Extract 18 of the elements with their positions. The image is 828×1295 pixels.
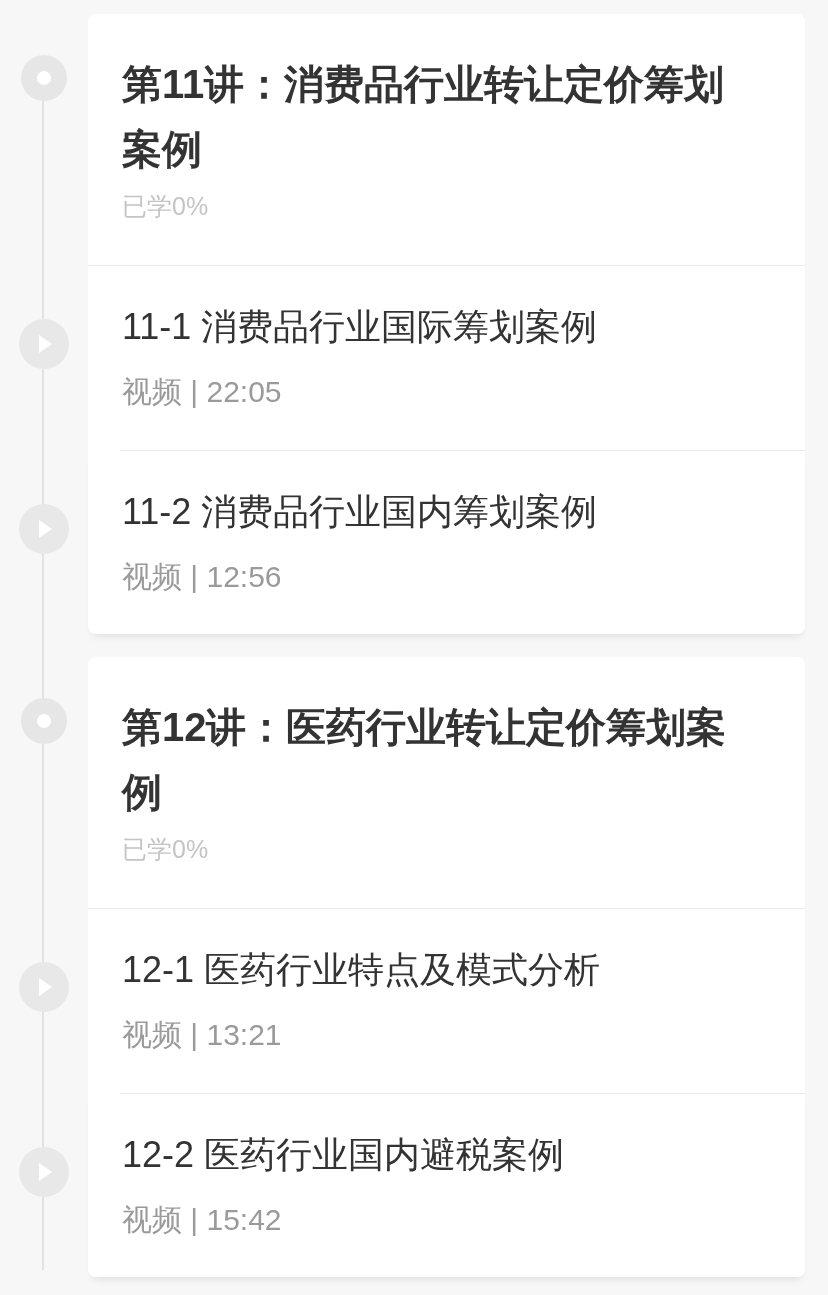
lesson-title[interactable]: 11-2 消费品行业国内筹划案例	[122, 489, 765, 535]
lesson-meta: 视频 | 12:56	[122, 559, 283, 595]
play-icon[interactable]	[18, 1146, 70, 1198]
play-icon[interactable]	[18, 318, 70, 370]
lesson-title[interactable]: 12-1 医药行业特点及模式分析	[122, 947, 765, 993]
progress-text: 已学0%	[122, 834, 210, 865]
chapter-title: 第12讲：医药行业转让定价筹划案例	[122, 704, 728, 816]
lesson-title[interactable]: 11-1 消费品行业国际筹划案例	[122, 304, 765, 350]
chapter-title: 第11讲：消费品行业转让定价筹划案例	[122, 61, 726, 173]
play-icon[interactable]	[18, 961, 70, 1013]
progress-text: 已学0%	[122, 191, 210, 222]
chapter-node-icon	[20, 697, 68, 745]
play-icon[interactable]	[18, 503, 70, 555]
lesson-title[interactable]: 12-2 医药行业国内避税案例	[122, 1132, 765, 1178]
lesson-meta: 视频 | 22:05	[122, 374, 283, 410]
chapter-node-icon	[20, 54, 68, 102]
lesson-meta: 视频 | 15:42	[122, 1202, 283, 1238]
lesson-meta: 视频 | 13:21	[122, 1017, 283, 1053]
